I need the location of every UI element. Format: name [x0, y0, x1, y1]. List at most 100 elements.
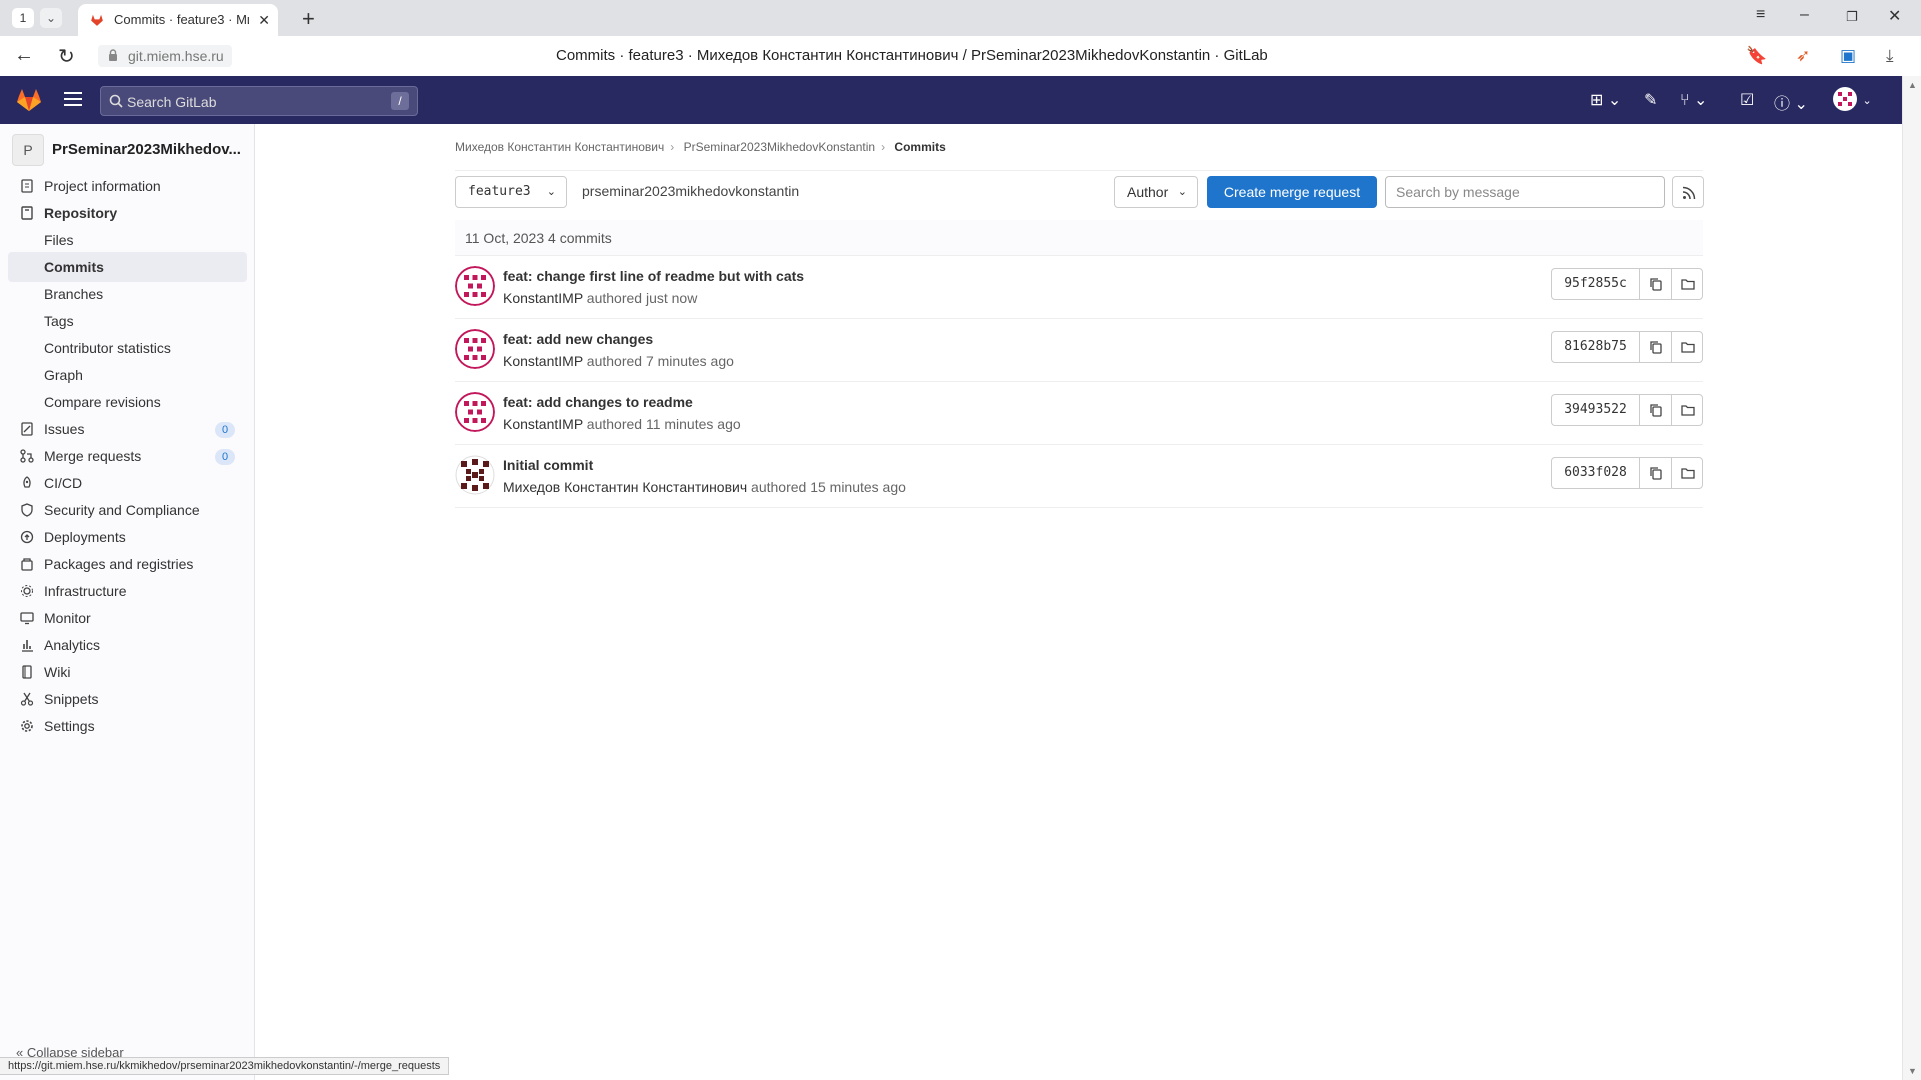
browser-menu-icon[interactable]: ≡ — [1756, 6, 1765, 24]
sidebar-item-monitor[interactable]: Monitor — [8, 603, 247, 633]
sidebar-sub-graph[interactable]: Graph — [8, 360, 247, 390]
commit-sha[interactable]: 81628b75 — [1552, 332, 1640, 362]
tab-title: Commits · feature3 · Михедов Константин … — [114, 12, 249, 27]
commit-time: authored just now — [586, 290, 698, 306]
back-arrow-icon[interactable]: ← — [14, 44, 34, 67]
sidebar-item-issues[interactable]: Issues 0 — [8, 414, 247, 444]
sidebar-item-security-and-compliance[interactable]: Security and Compliance — [8, 495, 247, 525]
commit-author[interactable]: KonstantIMP — [503, 416, 583, 432]
copy-sha-button[interactable] — [1640, 332, 1672, 362]
merge-request-icon — [20, 449, 34, 463]
sidebar-item-infrastructure[interactable]: Infrastructure — [8, 576, 247, 606]
sidebar-item-project-information[interactable]: Project information — [8, 171, 247, 201]
issues-nav-icon[interactable]: ✎ — [1644, 90, 1657, 110]
browser-tab[interactable]: Commits · feature3 · Михедов Константин … — [78, 4, 278, 36]
sidebar-item-deployments[interactable]: Deployments — [8, 522, 247, 552]
translate-extension-icon[interactable]: ▣ — [1840, 46, 1856, 66]
folder-icon — [1681, 279, 1695, 290]
url-field[interactable]: git.miem.hse.ru — [98, 45, 232, 67]
project-name: PrSeminar2023Mikhedov... — [52, 141, 241, 158]
tab-list-chevron-icon[interactable]: ⌄ — [40, 8, 62, 28]
restore-icon[interactable]: ❐ — [1846, 9, 1858, 25]
repo-path[interactable]: prseminar2023mikhedovkonstantin — [582, 183, 799, 199]
commits-day-header: 11 Oct, 2023 4 commits — [455, 220, 1703, 256]
commit-author[interactable]: Михедов Константин Константинович — [503, 479, 747, 495]
sidebar-item-merge-requests[interactable]: Merge requests 0 — [8, 441, 247, 471]
copy-sha-button[interactable] — [1640, 458, 1672, 488]
sidebar-sub-compare-revisions[interactable]: Compare revisions — [8, 387, 247, 417]
commit-sha[interactable]: 95f2855c — [1552, 269, 1640, 299]
sidebar-sub-branches[interactable]: Branches — [8, 279, 247, 309]
search-by-message-input[interactable] — [1385, 176, 1665, 208]
minimize-icon[interactable]: – — [1800, 6, 1809, 24]
rocket-icon — [23, 476, 31, 488]
project-avatar: P — [12, 134, 44, 166]
commit-author-avatar[interactable] — [455, 266, 495, 306]
sidebar-item-packages-and-registries[interactable]: Packages and registries — [8, 549, 247, 579]
main-menu-icon[interactable] — [64, 92, 82, 106]
commit-title[interactable]: feat: add new changes — [503, 331, 653, 347]
sidebar-sub-commits[interactable]: Commits — [8, 252, 247, 282]
commit-author[interactable]: KonstantIMP — [503, 290, 583, 306]
sidebar-sub-files[interactable]: Files — [8, 225, 247, 255]
create-new-icon[interactable]: ⊞ ⌄ — [1590, 90, 1621, 110]
gear-icon — [21, 720, 33, 732]
browse-files-button[interactable] — [1672, 395, 1702, 425]
author-filter-dropdown[interactable]: Author ⌄ — [1114, 176, 1198, 208]
commit-sha[interactable]: 6033f028 — [1552, 458, 1640, 488]
new-tab-icon[interactable]: + — [302, 6, 315, 32]
sidebar-item-snippets[interactable]: Snippets — [8, 684, 247, 714]
breadcrumb-current[interactable]: Commits — [894, 140, 945, 154]
bookmark-icon[interactable]: 🔖 — [1746, 46, 1767, 66]
sidebar-item-repository[interactable]: Repository — [8, 198, 247, 228]
commit-meta: KonstantIMP authored just now — [503, 290, 697, 306]
lock-icon — [109, 49, 117, 61]
breadcrumb-project[interactable]: PrSeminar2023MikhedovKonstantin — [684, 140, 875, 154]
window-close-icon[interactable]: ✕ — [1888, 6, 1901, 26]
commit-title[interactable]: feat: change first line of readme but wi… — [503, 268, 804, 284]
commit-author-avatar[interactable] — [455, 329, 495, 369]
swift-extension-icon[interactable]: ➶ — [1796, 46, 1810, 66]
help-icon[interactable]: ⓘ ⌄ — [1774, 90, 1808, 114]
sidebar-item-settings[interactable]: Settings — [8, 711, 247, 741]
breadcrumb-owner[interactable]: Михедов Константин Константинович — [455, 140, 664, 154]
gitlab-top-nav: Search GitLab / ⊞ ⌄ ✎ ⑂ ⌄ ☑ ⓘ ⌄ ⌄ — [0, 76, 1902, 124]
commit-author-avatar[interactable] — [455, 455, 495, 495]
status-bar-url: https://git.miem.hse.ru/kkmikhedov/prsem… — [0, 1057, 450, 1075]
create-merge-request-button[interactable]: Create merge request — [1207, 176, 1377, 208]
project-header[interactable]: P PrSeminar2023Mikhedov... — [12, 130, 248, 166]
tab-count-button[interactable]: 1 — [12, 8, 34, 28]
commit-author-avatar[interactable] — [455, 392, 495, 432]
sidebar-item-analytics[interactable]: Analytics — [8, 630, 247, 660]
commit-title[interactable]: Initial commit — [503, 457, 593, 473]
commit-title[interactable]: feat: add changes to readme — [503, 394, 693, 410]
sidebar-item-label: Project information — [44, 178, 161, 194]
tab-close-icon[interactable]: ✕ — [258, 4, 270, 36]
rss-feed-button[interactable] — [1672, 176, 1704, 208]
sidebar-item-ci-cd[interactable]: CI/CD — [8, 468, 247, 498]
download-icon[interactable]: ⤓ — [1886, 46, 1894, 66]
commit-sha-group: 81628b75 — [1551, 331, 1703, 363]
browse-files-button[interactable] — [1672, 458, 1702, 488]
page-scrollbar[interactable]: ▲ ▼ — [1902, 76, 1921, 1080]
gitlab-logo-icon[interactable] — [16, 88, 42, 112]
browse-files-button[interactable] — [1672, 269, 1702, 299]
todo-icon[interactable]: ☑ — [1740, 90, 1754, 110]
sidebar-sub-tags[interactable]: Tags — [8, 306, 247, 336]
gitlab-favicon-icon — [91, 14, 103, 26]
browse-files-button[interactable] — [1672, 332, 1702, 362]
merge-requests-nav-icon[interactable]: ⑂ ⌄ — [1680, 90, 1707, 110]
commit-sha[interactable]: 39493522 — [1552, 395, 1640, 425]
sidebar-item-wiki[interactable]: Wiki — [8, 657, 247, 687]
user-avatar-menu[interactable]: ⌄ — [1832, 86, 1872, 117]
copy-sha-button[interactable] — [1640, 269, 1672, 299]
sidebar-sub-contributor-statistics[interactable]: Contributor statistics — [8, 333, 247, 363]
scroll-up-icon[interactable]: ▲ — [1908, 80, 1917, 90]
commit-author[interactable]: KonstantIMP — [503, 353, 583, 369]
rss-icon — [1682, 186, 1696, 200]
reload-icon[interactable]: ↻ — [58, 44, 75, 69]
search-gitlab-input[interactable]: Search GitLab / — [100, 86, 418, 116]
branch-selector[interactable]: feature3 ⌄ — [455, 176, 567, 208]
scroll-down-icon[interactable]: ▼ — [1908, 1066, 1917, 1076]
copy-sha-button[interactable] — [1640, 395, 1672, 425]
